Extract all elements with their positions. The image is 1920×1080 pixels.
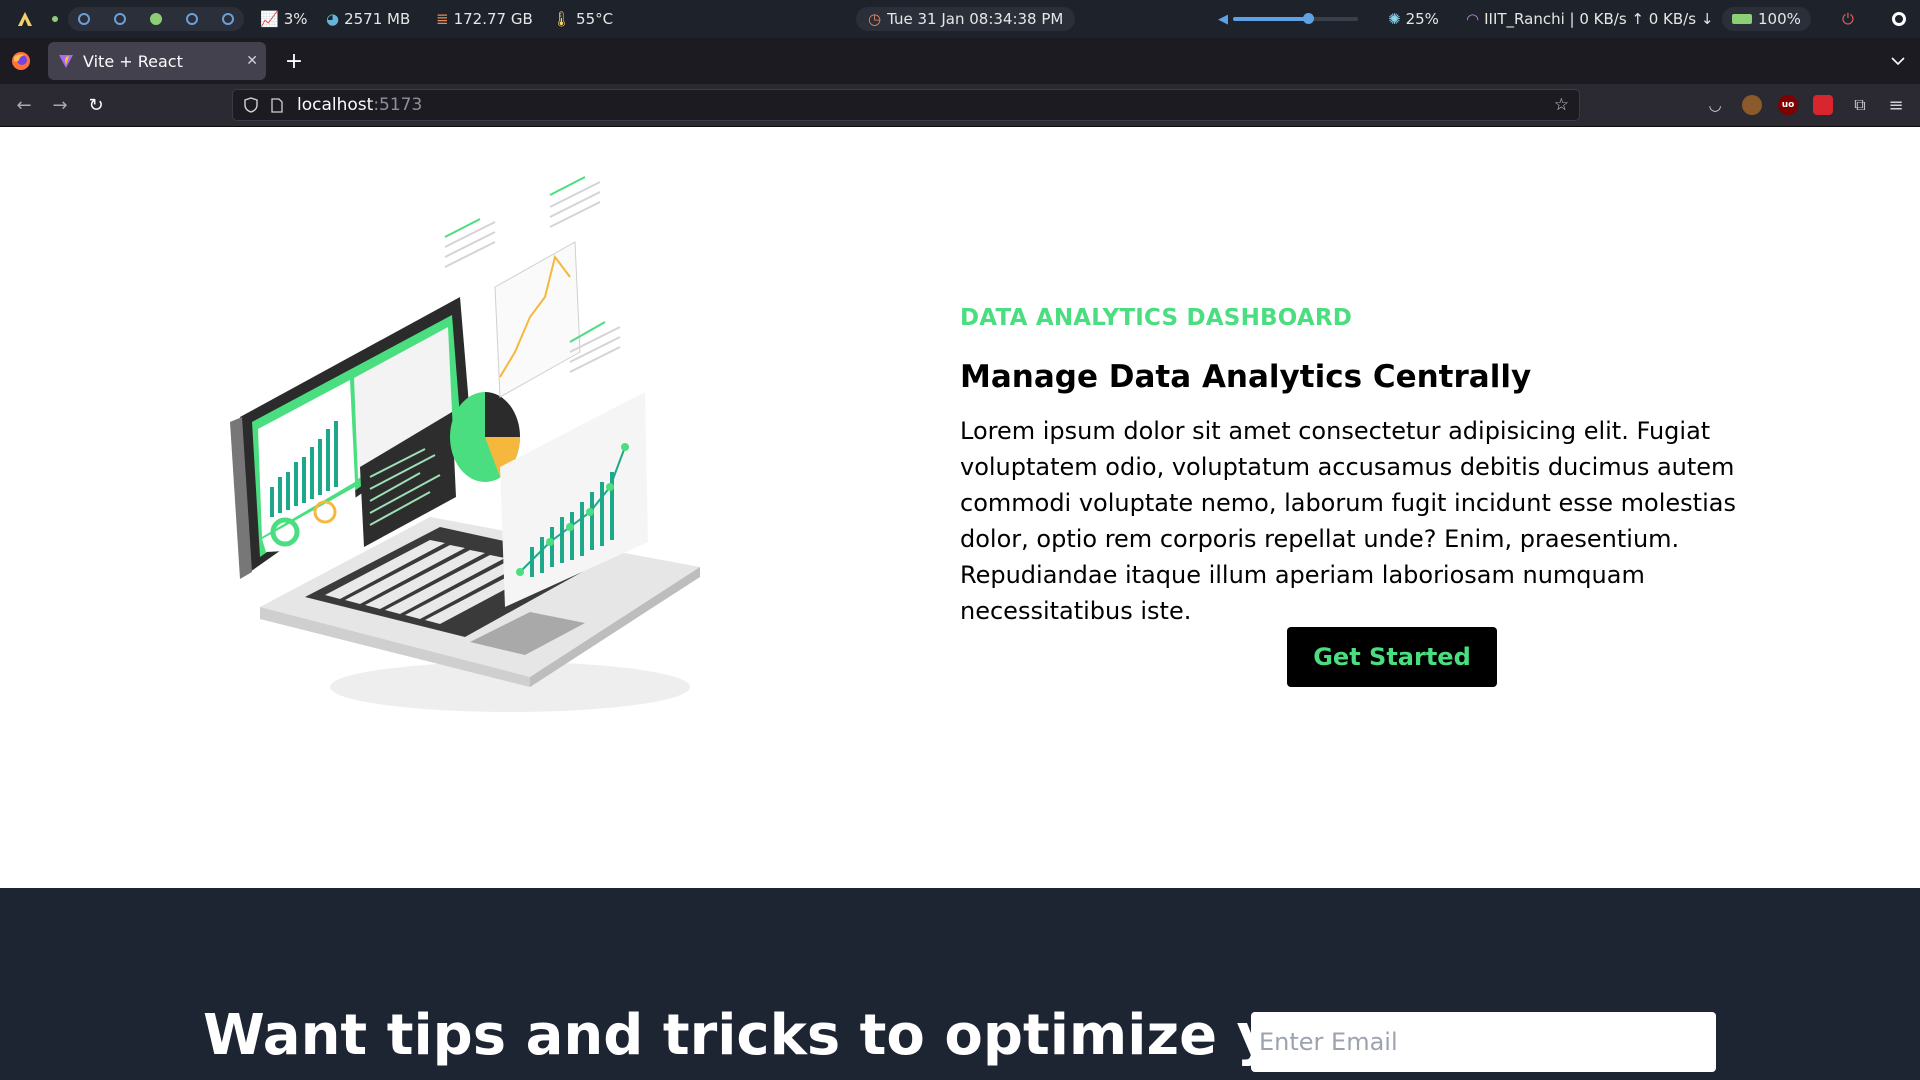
temperature-widget: 🌡 55°C <box>552 10 614 28</box>
volume-slider-knob[interactable] <box>1303 13 1314 24</box>
analytics-laptop-illustration <box>230 176 700 712</box>
wifi-icon: ◠ <box>1466 10 1480 28</box>
extension-icon[interactable] <box>1742 95 1762 115</box>
disk-widget: ≣ 172.77 GB <box>436 10 533 28</box>
browser-tab-bar: Vite + React ✕ + <box>0 38 1920 84</box>
newsletter-title: Want tips and tricks to optimize your <box>203 1003 1379 1068</box>
workspace-4[interactable] <box>186 13 198 25</box>
memory-icon: ◕ <box>326 10 340 28</box>
launcher-icon[interactable] <box>16 0 34 38</box>
get-started-button[interactable]: Get Started <box>1287 627 1497 687</box>
brightness-icon: ✺ <box>1388 10 1401 28</box>
cpu-widget: 📈 3% <box>260 10 308 28</box>
power-icon[interactable]: ⏻ <box>1842 0 1854 38</box>
pocket-icon[interactable]: ◡ <box>1705 95 1725 115</box>
email-input[interactable] <box>1251 1012 1716 1072</box>
red-extension-icon[interactable] <box>1813 95 1833 115</box>
memory-widget: ◕ 2571 MB <box>326 10 411 28</box>
bookmark-star-icon[interactable]: ☆ <box>1554 95 1569 115</box>
browser-nav-bar: ← → ↻ localhost:5173 ☆ ◡ uo ⧉ ≡ <box>0 84 1920 127</box>
page-content: DATA ANALYTICS DASHBOARD Manage Data Ana… <box>0 127 1920 1080</box>
notification-icon[interactable] <box>1892 0 1906 38</box>
thermometer-icon: 🌡 <box>552 10 572 28</box>
vite-favicon-icon <box>57 52 75 70</box>
workspace-1[interactable] <box>78 13 90 25</box>
forward-arrow-icon[interactable]: → <box>42 84 78 126</box>
volume-widget[interactable]: ◀ <box>1218 0 1358 38</box>
menu-icon[interactable]: ≡ <box>1886 95 1906 116</box>
url-host: localhost <box>297 95 374 115</box>
tab-close-icon[interactable]: ✕ <box>246 53 258 69</box>
back-arrow-icon[interactable]: ← <box>6 84 42 126</box>
tab-list-chevron-down-icon[interactable] <box>1884 46 1912 76</box>
new-tab-button[interactable]: + <box>280 46 308 76</box>
system-bar: 📈 3% ◕ 2571 MB ≣ 172.77 GB 🌡 55°C ◷ Tue … <box>0 0 1920 38</box>
volume-slider[interactable] <box>1233 13 1358 24</box>
firefox-icon[interactable] <box>10 50 32 72</box>
workspace-2[interactable] <box>114 13 126 25</box>
hero-title: Manage Data Analytics Centrally <box>960 359 1532 395</box>
url-bar[interactable]: localhost:5173 ☆ <box>232 89 1580 121</box>
page-icon <box>267 97 287 113</box>
workspace-3[interactable] <box>150 13 162 25</box>
battery-icon <box>1732 14 1752 24</box>
cpu-icon: 📈 <box>260 10 279 28</box>
brightness-widget[interactable]: ✺ 25% <box>1388 0 1439 38</box>
disk-icon: ≣ <box>436 10 449 28</box>
hero-eyebrow: DATA ANALYTICS DASHBOARD <box>960 305 1353 331</box>
extensions-puzzle-icon[interactable]: ⧉ <box>1850 95 1870 115</box>
battery-widget: 100% <box>1722 7 1811 31</box>
clock-widget[interactable]: ◷ Tue 31 Jan 08:34:38 PM <box>856 7 1076 31</box>
clock-icon: ◷ <box>868 10 882 28</box>
newsletter-section: Want tips and tricks to optimize your <box>0 888 1920 1080</box>
ublock-icon[interactable]: uo <box>1778 95 1798 115</box>
workspace-switcher <box>68 7 244 31</box>
url-port: :5173 <box>373 95 423 115</box>
hero-description: Lorem ipsum dolor sit amet consectetur a… <box>960 417 1736 625</box>
shield-icon[interactable] <box>239 97 263 113</box>
speaker-icon: ◀ <box>1218 11 1228 27</box>
tab-title: Vite + React <box>83 51 183 71</box>
dot-indicator <box>52 0 58 38</box>
reload-icon[interactable]: ↻ <box>78 84 114 126</box>
workspace-5[interactable] <box>222 13 234 25</box>
active-tab[interactable]: Vite + React ✕ <box>48 42 266 80</box>
network-widget[interactable]: ◠ IIIT_Ranchi | 0 KB/s ↑ 0 KB/s ↓ <box>1466 0 1713 38</box>
